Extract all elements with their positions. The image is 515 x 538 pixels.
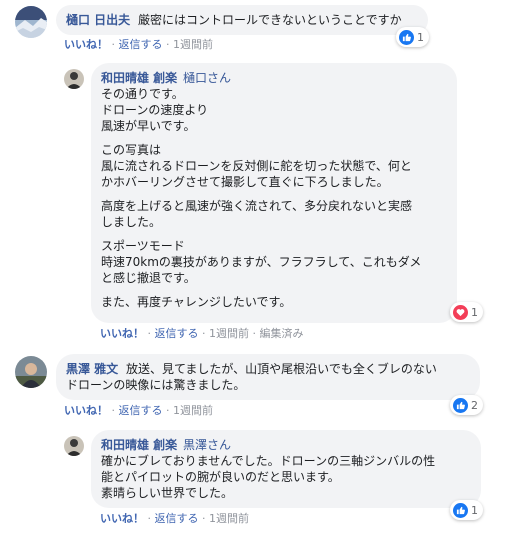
like-link[interactable]: いいね！	[64, 38, 108, 51]
reaction-count[interactable]: 2	[450, 395, 483, 415]
avatar[interactable]	[15, 6, 47, 38]
comment-bubble: 和田晴雄 創楽 樋口さん その通りです。 ドローンの速度より 風速が早いです。 …	[91, 63, 457, 323]
timestamp[interactable]: 1週間前	[173, 404, 213, 417]
comment-text: 放送、見てましたが、山頂や尾根沿いでも全くブレのない	[126, 362, 437, 376]
author-name[interactable]: 黒澤 雅文	[66, 362, 118, 376]
avatar[interactable]	[64, 69, 84, 89]
timestamp[interactable]: 1週間前	[209, 327, 249, 340]
comment-text: 厳密にはコントロールできないということですか	[138, 13, 402, 27]
like-link[interactable]: いいね！	[64, 404, 108, 417]
reaction-count[interactable]: 1	[450, 302, 483, 322]
mention[interactable]: 樋口さん	[183, 71, 231, 85]
comment-actions: いいね！ · 返信する · 1週間前	[100, 512, 249, 525]
reaction-count[interactable]: 1	[450, 500, 483, 520]
like-icon	[453, 502, 468, 518]
reply-link[interactable]: 返信する	[119, 38, 163, 51]
like-icon	[453, 397, 468, 413]
comment-bubble: 樋口 日出夫 厳密にはコントロールできないということですか	[56, 5, 428, 35]
like-link[interactable]: いいね！	[100, 327, 144, 340]
like-icon	[399, 29, 414, 45]
like-link[interactable]: いいね！	[100, 512, 144, 525]
reply-link[interactable]: 返信する	[119, 404, 163, 417]
love-icon	[453, 304, 468, 320]
timestamp[interactable]: 1週間前	[209, 512, 249, 525]
comment-actions: いいね！ · 返信する · 1週間前	[64, 404, 213, 417]
reply-link[interactable]: 返信する	[155, 512, 199, 525]
timestamp[interactable]: 1週間前	[173, 38, 213, 51]
reaction-count[interactable]: 1	[396, 27, 429, 47]
avatar[interactable]	[64, 436, 84, 456]
avatar[interactable]	[15, 356, 47, 388]
comment-bubble: 和田晴雄 創楽 黒澤さん 確かにブレておりませんでした。ドローンの三軸ジンバルの…	[91, 430, 481, 508]
edited-label[interactable]: 編集済み	[260, 327, 304, 340]
comment-text: 確かにブレておりませんでした。ドローンの三軸ジンバルの性 能とパイロットの腕が良…	[101, 454, 436, 500]
author-name[interactable]: 樋口 日出夫	[66, 13, 130, 27]
comment-actions: いいね！ · 返信する · 1週間前	[64, 38, 213, 51]
comment-actions: いいね！ · 返信する · 1週間前 · 編集済み	[100, 327, 304, 340]
mention[interactable]: 黒澤さん	[183, 438, 231, 452]
reply-link[interactable]: 返信する	[155, 327, 199, 340]
author-name[interactable]: 和田晴雄 創楽	[101, 71, 177, 85]
comment-bubble: 黒澤 雅文 放送、見てましたが、山頂や尾根沿いでも全くブレのない ドローンの映像…	[56, 354, 480, 400]
comment-text: その通りです。 ドローンの速度より 風速が早いです。 この写真は 風に流されるド…	[101, 87, 422, 309]
author-name[interactable]: 和田晴雄 創楽	[101, 438, 177, 452]
